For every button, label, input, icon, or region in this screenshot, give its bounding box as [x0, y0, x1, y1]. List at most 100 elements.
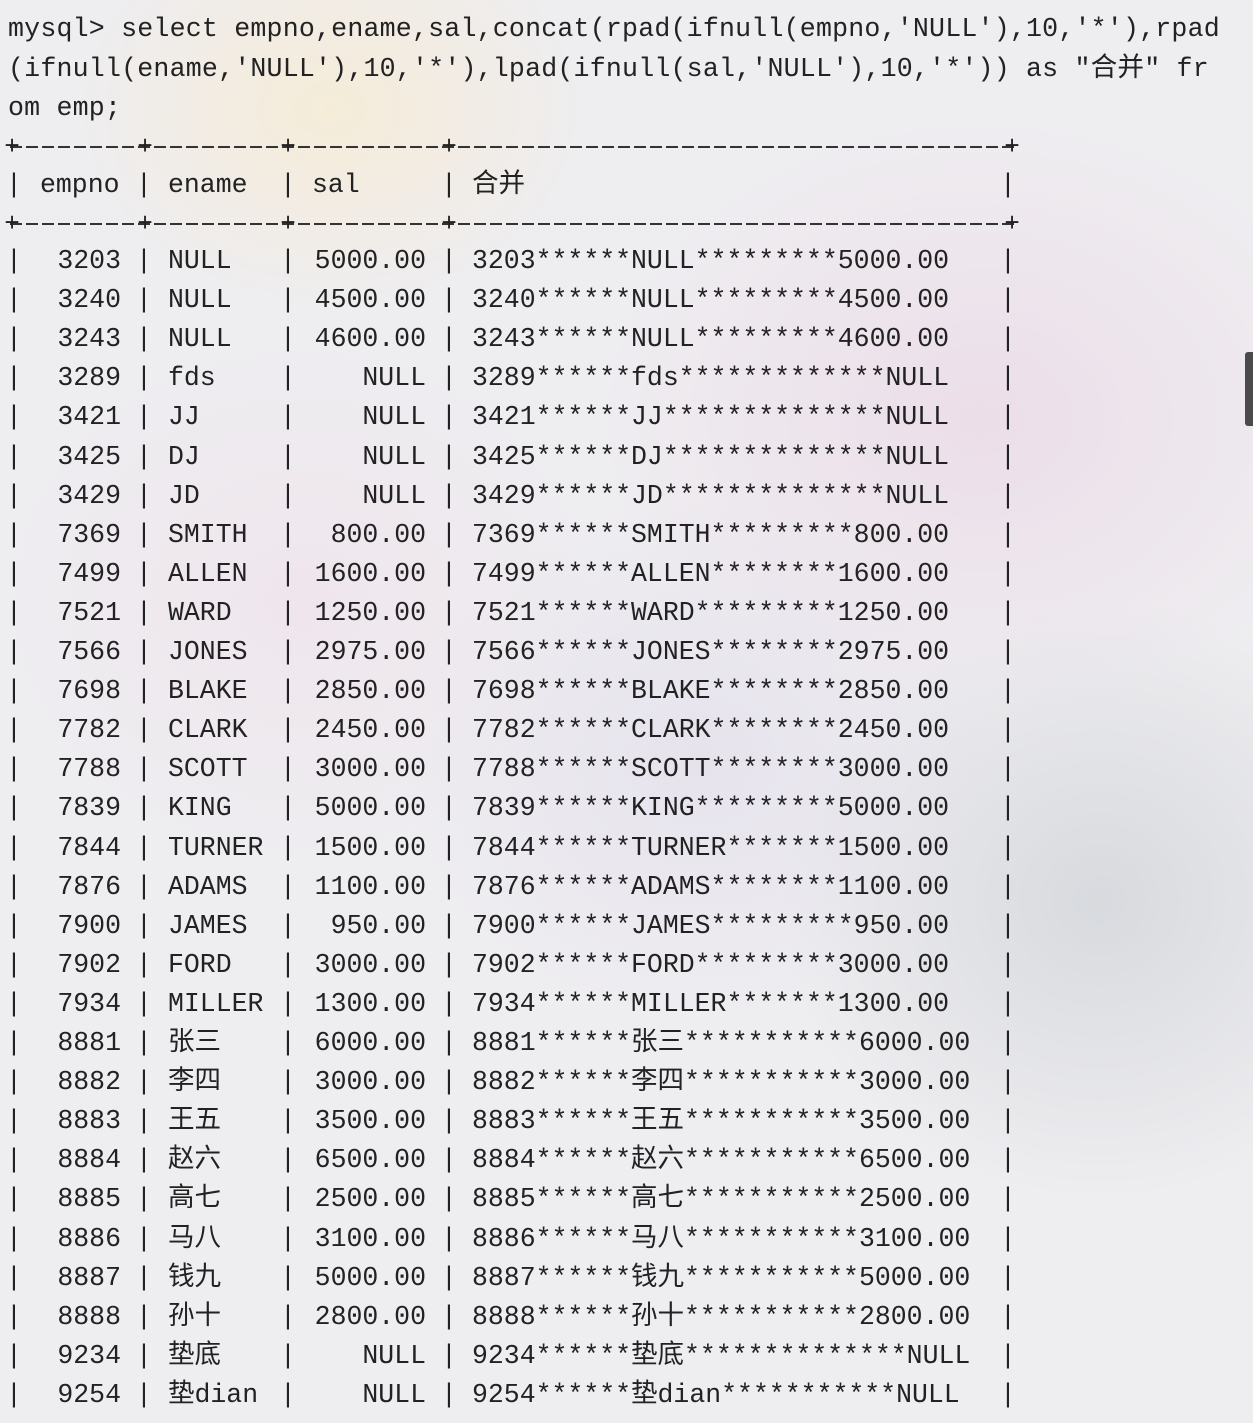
- column-separator: |: [136, 170, 152, 200]
- column-separator: |: [1000, 1106, 1016, 1137]
- table-row: | | | | | 7876 ADAMS 1100.00 7876******ADAMS****…: [0, 868, 1253, 907]
- table-row: | | | | | 3289 fds NULL 3289******fds***********…: [0, 359, 1253, 398]
- table-row: | | | | | 7900 JAMES 950.00 7900******JAMES*****…: [0, 907, 1253, 946]
- sal-cell: 4600.00: [314, 324, 426, 355]
- ename-cell: WARD: [168, 597, 232, 628]
- column-separator: |: [1000, 1184, 1016, 1215]
- column-separator: |: [136, 1262, 152, 1293]
- ename-cell: fds: [168, 363, 216, 394]
- ename-cell: 垫底: [168, 1340, 221, 1371]
- table-row: | | | | | 7902 FORD 3000.00 7902******FORD******…: [0, 946, 1253, 985]
- table-row: | | | | | 8884 赵六 6500.00 8884******赵六**********…: [0, 1141, 1253, 1180]
- ename-cell: BLAKE: [168, 676, 248, 707]
- merged-cell: 7782******CLARK********2450.00: [472, 715, 950, 746]
- sal-cell: 2850.00: [314, 676, 426, 707]
- column-separator: |: [1000, 1301, 1016, 1332]
- ename-cell: ALLEN: [168, 558, 248, 589]
- column-separator: |: [441, 597, 457, 628]
- merged-cell: 7876******ADAMS********1100.00: [472, 871, 950, 902]
- table-row: | | | | | 7698 BLAKE 2850.00 7698******BLAKE****…: [0, 672, 1253, 711]
- column-separator: |: [1000, 988, 1016, 1019]
- column-separator: |: [136, 949, 152, 980]
- border-corner: +: [4, 132, 20, 162]
- column-separator: |: [280, 170, 296, 200]
- merged-cell: 7844******TURNER*******1500.00: [472, 832, 950, 863]
- empno-cell: 9234: [57, 1340, 121, 1371]
- ename-cell: SMITH: [168, 519, 248, 550]
- sal-cell: NULL: [362, 1379, 426, 1410]
- column-separator: |: [1000, 246, 1016, 276]
- column-separator: |: [136, 519, 152, 550]
- column-separator: |: [1000, 519, 1016, 550]
- column-separator: |: [1000, 832, 1016, 863]
- merged-cell: 3289******fds*************NULL: [472, 363, 950, 394]
- sal-cell: 4500.00: [314, 285, 426, 316]
- ename-cell: KING: [168, 793, 232, 824]
- table-row: | | | | | 8886 马八 3100.00 8886******马八**********…: [0, 1220, 1253, 1259]
- empno-cell: 8886: [57, 1223, 121, 1254]
- merged-cell: 8885******高七***********2500.00: [472, 1184, 971, 1215]
- merged-cell: 7521******WARD*********1250.00: [472, 597, 950, 628]
- table-row: | | | | | 7934 MILLER 1300.00 7934******MILLER**…: [0, 985, 1253, 1024]
- column-separator: |: [136, 988, 152, 1019]
- column-separator: |: [1000, 793, 1016, 824]
- border-corner: +: [441, 209, 457, 239]
- column-separator: |: [441, 519, 457, 550]
- ename-cell: JONES: [168, 637, 248, 667]
- column-separator: |: [136, 715, 152, 746]
- table-row: | | | | | 3425 DJ NULL 3425******DJ*************…: [0, 438, 1253, 477]
- table-border: [10, 223, 1014, 225]
- ename-cell: ename: [168, 170, 248, 200]
- sal-cell: 1500.00: [314, 832, 426, 863]
- column-separator: |: [441, 754, 457, 785]
- table-row: | | | | | 7521 WARD 1250.00 7521******WARD******…: [0, 594, 1253, 633]
- merged-cell: 3425******DJ**************NULL: [472, 441, 950, 472]
- sal-cell: NULL: [362, 1340, 426, 1371]
- ename-cell: ADAMS: [168, 871, 248, 902]
- table-row: | | | | | 7499 ALLEN 1600.00 7499******ALLEN****…: [0, 555, 1253, 594]
- column-separator: |: [441, 441, 457, 472]
- column-separator: |: [136, 1106, 152, 1137]
- merged-cell: 8884******赵六***********6500.00: [472, 1145, 971, 1176]
- empno-cell: 7844: [57, 832, 121, 863]
- column-separator: |: [1000, 285, 1016, 316]
- table-row: | | | | | 8881 张三 6000.00 8881******张三**********…: [0, 1024, 1253, 1063]
- column-separator: |: [1000, 1262, 1016, 1293]
- sal-cell: NULL: [362, 441, 426, 472]
- column-separator: |: [136, 597, 152, 628]
- table-row: | | | | | 7788 SCOTT 3000.00 7788******SCOTT****…: [0, 750, 1253, 789]
- table-row: | | | | | 3240 NULL 4500.00 3240******NULL******…: [0, 281, 1253, 320]
- table-row: | | | | | 7844 TURNER 1500.00 7844******TURNER**…: [0, 829, 1253, 868]
- table-row: | | | | | 8882 李四 3000.00 8882******李四**********…: [0, 1063, 1253, 1102]
- column-separator: |: [1000, 871, 1016, 902]
- column-separator: |: [136, 871, 152, 902]
- empno-cell: 3421: [57, 402, 121, 433]
- column-separator: |: [136, 1067, 152, 1098]
- ename-cell: 赵六: [168, 1145, 221, 1176]
- table-row: | | | | | 8887 钱九 5000.00 8887******钱九**********…: [0, 1259, 1253, 1298]
- column-separator: |: [441, 637, 457, 667]
- column-separator: |: [1000, 754, 1016, 785]
- column-separator: |: [441, 715, 457, 746]
- merged-cell: 7902******FORD*********3000.00: [472, 949, 950, 980]
- ename-cell: JD: [168, 480, 200, 511]
- sal-cell: 2500.00: [314, 1184, 426, 1215]
- scrollbar-thumb[interactable]: [1245, 352, 1253, 426]
- ename-cell: 马八: [168, 1223, 221, 1254]
- sal-cell: 3100.00: [314, 1223, 426, 1254]
- empno-cell: 3425: [57, 441, 121, 472]
- column-separator: |: [136, 676, 152, 707]
- merged-cell: 3421******JJ**************NULL: [472, 402, 950, 433]
- sal-cell: 5000.00: [314, 1262, 426, 1293]
- column-separator: |: [1000, 1145, 1016, 1176]
- column-separator: |: [1000, 558, 1016, 589]
- border-corner: +: [280, 132, 296, 162]
- ename-cell: 孙十: [168, 1301, 221, 1332]
- column-separator: |: [1000, 910, 1016, 941]
- column-separator: |: [1000, 480, 1016, 511]
- ename-cell: 钱九: [168, 1262, 221, 1293]
- empno-cell: 7900: [57, 910, 121, 941]
- sal-cell: sal: [312, 170, 360, 200]
- query-line: mysql> select empno,ename,sal,concat(rpa…: [8, 14, 1220, 44]
- sal-cell: 2800.00: [314, 1301, 426, 1332]
